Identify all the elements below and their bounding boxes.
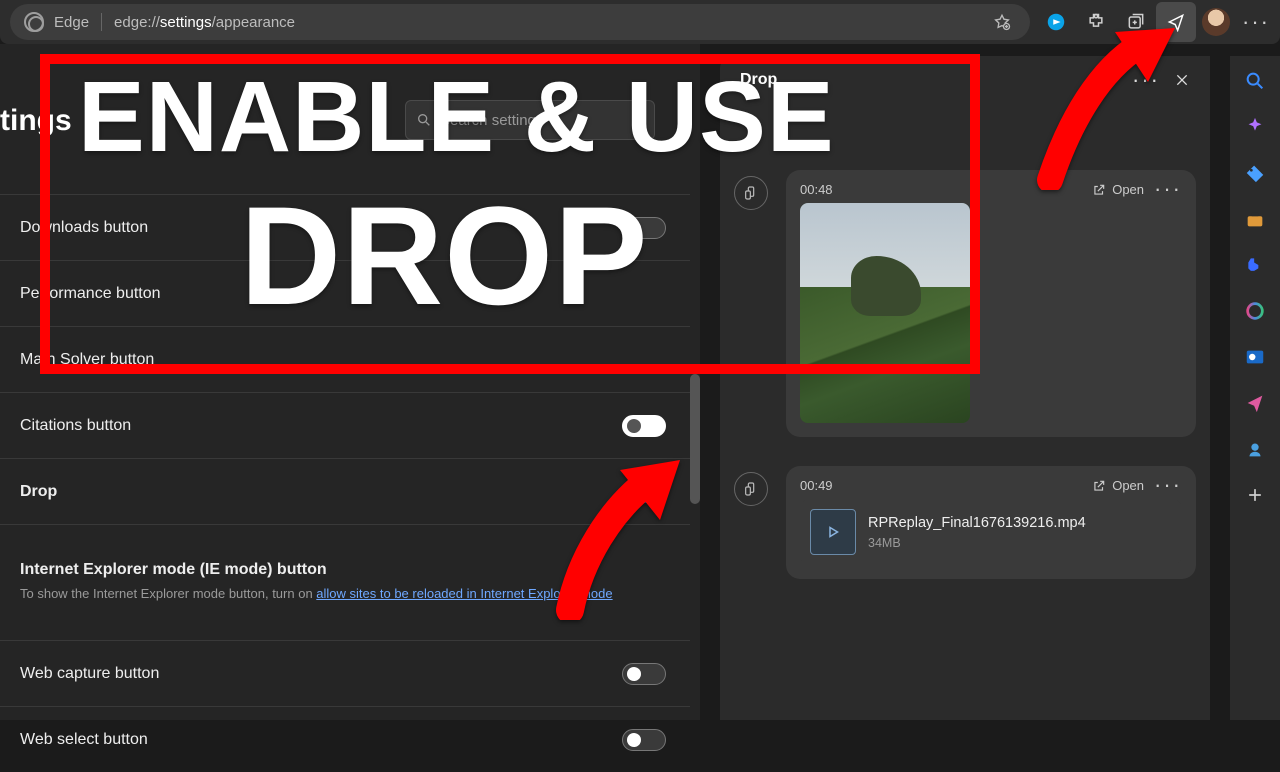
address-separator xyxy=(101,13,102,31)
toggle-web-capture[interactable] xyxy=(622,663,666,685)
toggle-citations[interactable] xyxy=(622,415,666,437)
settings-rows: Downloads button Performance button Math… xyxy=(0,194,690,772)
image-thumbnail[interactable] xyxy=(800,203,970,423)
favorite-icon[interactable] xyxy=(988,2,1016,42)
sidebar-discover-icon[interactable] xyxy=(1240,112,1270,142)
search-icon xyxy=(416,112,432,128)
row-citations-button: Citations button xyxy=(0,392,690,458)
drop-open-button[interactable]: Open xyxy=(1092,182,1144,197)
sidebar-outlook-icon[interactable] xyxy=(1240,342,1270,372)
drop-panel-title: Drop xyxy=(730,71,1128,89)
sidebar-shopping-icon[interactable] xyxy=(1240,158,1270,188)
drop-item-time: 00:49 xyxy=(800,478,1092,493)
drop-panel-header: Drop ··· xyxy=(720,56,1210,104)
sidebar-games-icon[interactable] xyxy=(1240,250,1270,280)
drop-item-time: 00:48 xyxy=(800,182,1092,197)
more-menu-icon[interactable]: ··· xyxy=(1236,2,1276,42)
profile-avatar[interactable] xyxy=(1196,2,1236,42)
collections-icon[interactable] xyxy=(1116,2,1156,42)
toggle-web-select[interactable] xyxy=(622,729,666,751)
drop-item-more-icon[interactable]: ··· xyxy=(1154,185,1182,194)
settings-scrollbar[interactable] xyxy=(690,374,700,504)
edge-sidebar xyxy=(1230,56,1280,720)
sidebar-search-icon[interactable] xyxy=(1240,66,1270,96)
browser-toolbar: Edge edge://settings/appearance ··· xyxy=(0,0,1280,44)
drop-close-icon[interactable] xyxy=(1164,62,1200,98)
file-size: 34MB xyxy=(868,536,1086,550)
address-url: edge://settings/appearance xyxy=(114,14,295,31)
row-drop: Drop xyxy=(0,458,690,524)
drop-item-image[interactable]: 00:48 Open ··· xyxy=(786,170,1196,437)
row-downloads-button: Downloads button xyxy=(0,194,690,260)
file-name: RPReplay_Final1676139216.mp4 xyxy=(868,514,1086,533)
row-performance-button: Performance button xyxy=(0,260,690,326)
open-external-icon xyxy=(1092,479,1106,493)
file-attachment[interactable]: RPReplay_Final1676139216.mp4 34MB xyxy=(800,499,1182,565)
sidebar-office-icon[interactable] xyxy=(1240,296,1270,326)
video-file-icon xyxy=(810,509,856,555)
row-ie-mode-button: Internet Explorer mode (IE mode) button … xyxy=(0,524,690,640)
drop-item-more-icon[interactable]: ··· xyxy=(1154,481,1182,490)
ie-mode-link[interactable]: allow sites to be reloaded in Internet E… xyxy=(316,586,612,601)
rewards-icon[interactable] xyxy=(1036,2,1076,42)
edge-logo-icon xyxy=(24,12,44,32)
row-web-select-button: Web select button xyxy=(0,706,690,772)
settings-pane: tings Search settings Downloads button P… xyxy=(0,44,700,720)
drop-panel: Drop ··· 00:48 Open ··· xyxy=(720,56,1210,720)
row-math-solver-button: Math Solver button xyxy=(0,326,690,392)
ie-mode-description: To show the Internet Explorer mode butto… xyxy=(20,585,613,604)
address-brand: Edge xyxy=(54,14,89,31)
sidebar-tools-icon[interactable] xyxy=(1240,204,1270,234)
row-web-capture-button: Web capture button xyxy=(0,640,690,706)
settings-search[interactable]: Search settings xyxy=(405,100,655,140)
open-external-icon xyxy=(1092,183,1106,197)
sidebar-drop-icon[interactable] xyxy=(1240,388,1270,418)
search-placeholder: Search settings xyxy=(440,112,543,129)
drop-more-icon[interactable]: ··· xyxy=(1128,62,1164,98)
device-badge-icon xyxy=(734,176,768,210)
page-title: tings xyxy=(0,104,72,138)
drop-item-file[interactable]: 00:49 Open ··· RPReplay_Final1676139216.… xyxy=(786,466,1196,579)
address-bar[interactable]: Edge edge://settings/appearance xyxy=(10,4,1030,40)
toggle-drop[interactable] xyxy=(622,481,666,503)
sidebar-skype-icon[interactable] xyxy=(1240,434,1270,464)
toggle-downloads[interactable] xyxy=(622,217,666,239)
drop-toolbar-icon[interactable] xyxy=(1156,2,1196,42)
sidebar-add-icon[interactable] xyxy=(1240,480,1270,510)
drop-open-button[interactable]: Open xyxy=(1092,478,1144,493)
extensions-icon[interactable] xyxy=(1076,2,1116,42)
device-badge-icon xyxy=(734,472,768,506)
